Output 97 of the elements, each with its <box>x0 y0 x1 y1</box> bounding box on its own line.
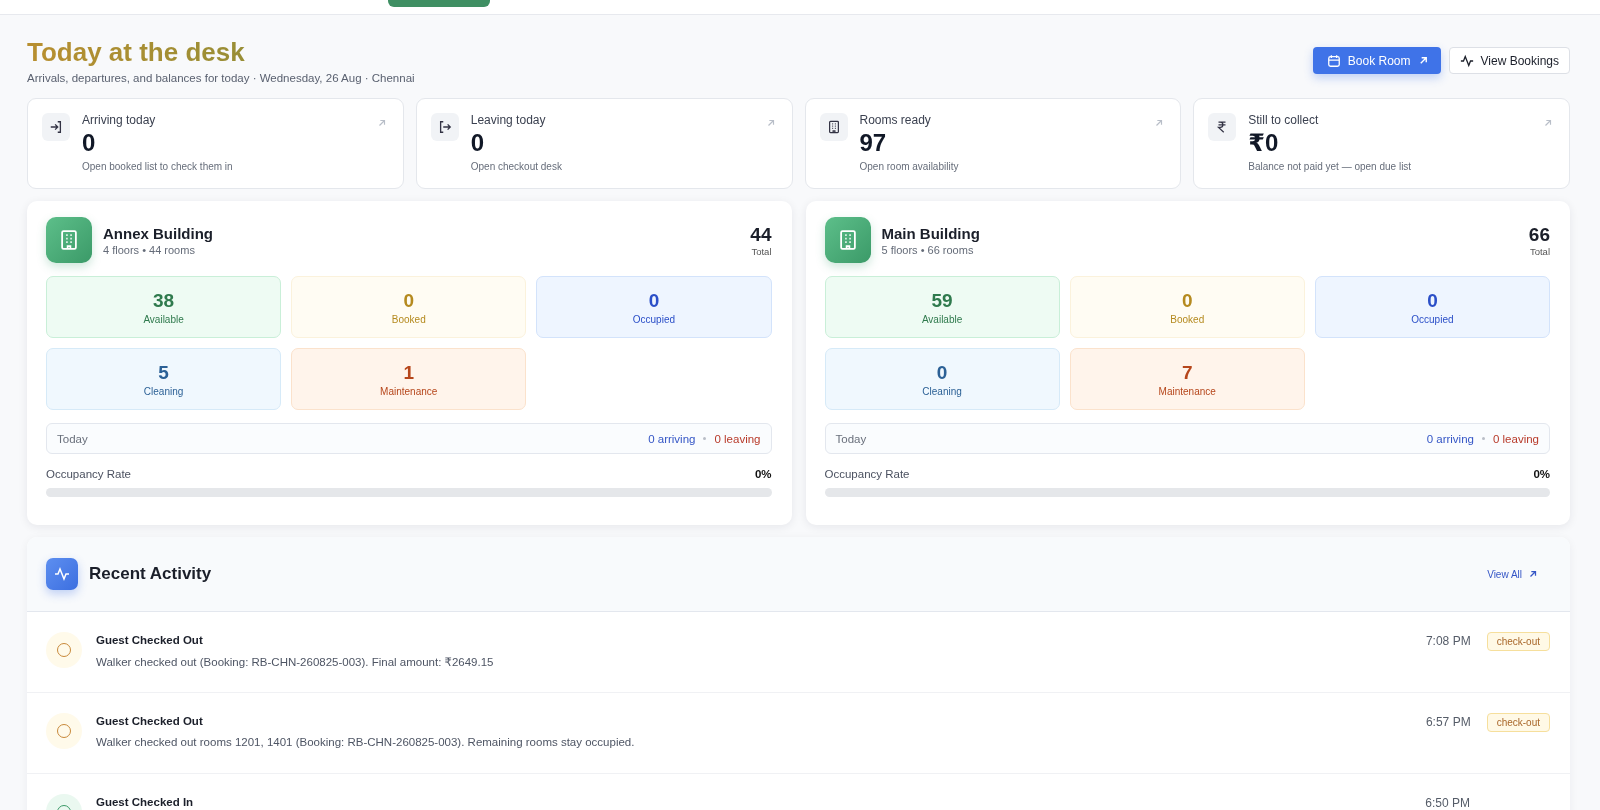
occupancy-label: Occupancy Rate <box>824 468 910 480</box>
tile-label: Maintenance <box>1158 385 1216 397</box>
tile-count: 0 <box>936 361 948 384</box>
stat-card[interactable]: Arriving today 0 Open booked list to check them in <box>27 98 404 189</box>
leaving-count: 0 leaving <box>1492 432 1539 445</box>
activity-time: 7:08 PM <box>1425 633 1471 648</box>
tile-label: Cleaning <box>143 385 184 397</box>
status-tile[interactable]: 7 Maintenance <box>1069 348 1305 410</box>
tile-count: 1 <box>403 361 415 384</box>
tile-count: 0 <box>403 289 415 312</box>
view-bookings-button[interactable]: View Bookings <box>1448 47 1570 74</box>
stat-value: 97 <box>859 129 887 157</box>
calendar-icon <box>1326 53 1341 68</box>
status-tile[interactable]: 59 Available <box>824 276 1060 338</box>
stat-hint: Open checkout desk <box>470 161 562 172</box>
tile-label: Booked <box>391 313 426 325</box>
occupancy-label: Occupancy Rate <box>46 468 131 480</box>
status-circle-icon <box>46 632 82 668</box>
total-label: Total <box>1528 245 1550 257</box>
status-tile[interactable]: 0 Occupied <box>1314 276 1550 338</box>
building-meta: 5 floors • 66 rooms <box>881 243 975 256</box>
tile-label: Occupied <box>632 313 676 325</box>
stat-card[interactable]: Still to collect ₹0 Balance not paid yet — open due list <box>1193 98 1570 189</box>
tile-label: Available <box>921 313 963 325</box>
stat-label: Arriving today <box>82 113 156 127</box>
tile-label: Cleaning <box>922 385 962 397</box>
activity-title-text: Guest Checked Out <box>96 715 204 727</box>
activity-title-text: Guest Checked Out <box>96 634 204 646</box>
occupancy-reading: 0% <box>1533 468 1550 480</box>
building-icon <box>46 217 92 263</box>
building-icon <box>819 113 848 141</box>
pulse-icon <box>46 558 78 590</box>
status-tile[interactable]: 0 Occupied <box>536 276 772 338</box>
stat-label: Still to collect <box>1248 113 1319 127</box>
sign-in-icon <box>42 113 70 141</box>
total-label: Total <box>750 245 772 257</box>
stat-label: Rooms ready <box>859 113 931 127</box>
building-meta: 4 floors • 44 rooms <box>103 243 196 256</box>
status-circle-icon <box>46 713 82 749</box>
stat-value: ₹0 <box>1248 129 1279 157</box>
building-name: Main Building <box>881 224 981 242</box>
stat-value: 0 <box>470 129 485 157</box>
activity-time: 6:50 PM <box>1425 795 1470 810</box>
today-label: Today <box>57 432 89 445</box>
arrow-icon <box>1528 569 1538 579</box>
tile-label: Occupied <box>1411 313 1454 325</box>
tile-label: Maintenance <box>380 385 438 397</box>
activity-description: Walker checked out rooms 1201, 1401 (Booking: RB-CHN-260825-003). Remaining rooms stay occupied. <box>96 736 636 748</box>
today-label: Today <box>835 432 868 445</box>
occupancy-reading: 0% <box>754 468 772 480</box>
tile-count: 7 <box>1181 361 1193 384</box>
status-tile[interactable]: 1 Maintenance <box>291 348 527 410</box>
separator-dot <box>703 437 707 440</box>
status-tile[interactable]: 0 Cleaning <box>824 348 1060 410</box>
pulse-icon <box>1459 53 1474 68</box>
activity-time: 6:57 PM <box>1425 714 1471 729</box>
arriving-count: 0 arriving <box>1426 432 1474 445</box>
arrow-icon <box>1543 118 1553 128</box>
stat-card[interactable]: Rooms ready 97 Open room availability <box>804 98 1182 189</box>
activity-title: Recent Activity <box>89 564 213 584</box>
stat-card[interactable]: Leaving today 0 Open checkout desk <box>415 98 793 189</box>
activity-title-text: Guest Checked In <box>96 796 195 808</box>
status-tile[interactable]: 5 Cleaning <box>46 348 282 410</box>
leaving-count: 0 leaving <box>714 432 761 445</box>
stat-hint: Balance not paid yet — open due list <box>1248 161 1412 172</box>
rupee-icon <box>1208 113 1237 141</box>
book-room-button[interactable]: Book Room <box>1312 47 1441 74</box>
arrow-icon <box>1154 118 1165 128</box>
activity-description: Walker checked out (Booking: RB-CHN-260825-003). Final amount: ₹2649.15 <box>96 655 495 669</box>
stat-label: Leaving today <box>470 113 546 127</box>
tile-label: Available <box>143 313 184 325</box>
stat-hint: Open booked list to check them in <box>82 161 233 172</box>
nav-tab[interactable] <box>388 0 490 7</box>
building-icon <box>824 217 871 263</box>
separator-dot <box>1481 437 1485 440</box>
activity-tag: check-out <box>1486 713 1550 732</box>
status-tile[interactable]: 38 Available <box>46 276 282 338</box>
total-count: 44 <box>750 223 772 246</box>
tile-label: Booked <box>1170 313 1205 325</box>
tile-count: 0 <box>1181 289 1193 312</box>
tile-count: 0 <box>648 289 660 312</box>
tile-count: 0 <box>1427 289 1438 312</box>
total-count: 66 <box>1528 223 1550 246</box>
activity-row[interactable]: Guest Checked Out Walker checked out (Booking: RB-CHN-260825-003). Final amount: ₹2649.15 7:08 PM check-out <box>27 612 1570 693</box>
tile-count: 59 <box>931 289 953 312</box>
tile-count: 5 <box>158 361 169 384</box>
arriving-count: 0 arriving <box>648 432 696 445</box>
building-name: Annex Building <box>103 224 214 242</box>
stat-hint: Open room availability <box>859 161 959 172</box>
activity-tag: check-out <box>1486 632 1550 651</box>
page-subtitle: Arrivals, departures, and balances for today · Wednesday, 26 Aug · Chennai <box>27 72 415 84</box>
sign-out-icon <box>430 113 459 141</box>
tile-count: 38 <box>153 289 175 312</box>
activity-row[interactable]: Guest Checked Out Walker checked out rooms 1201, 1401 (Booking: RB-CHN-260825-003). Remaining rooms stay occupied. 6:57 PM check-out <box>27 693 1570 774</box>
activity-row[interactable]: Guest Checked In 6:50 PM <box>27 774 1570 810</box>
stat-value: 0 <box>82 129 96 157</box>
view-all-link[interactable]: View All <box>1487 568 1538 580</box>
